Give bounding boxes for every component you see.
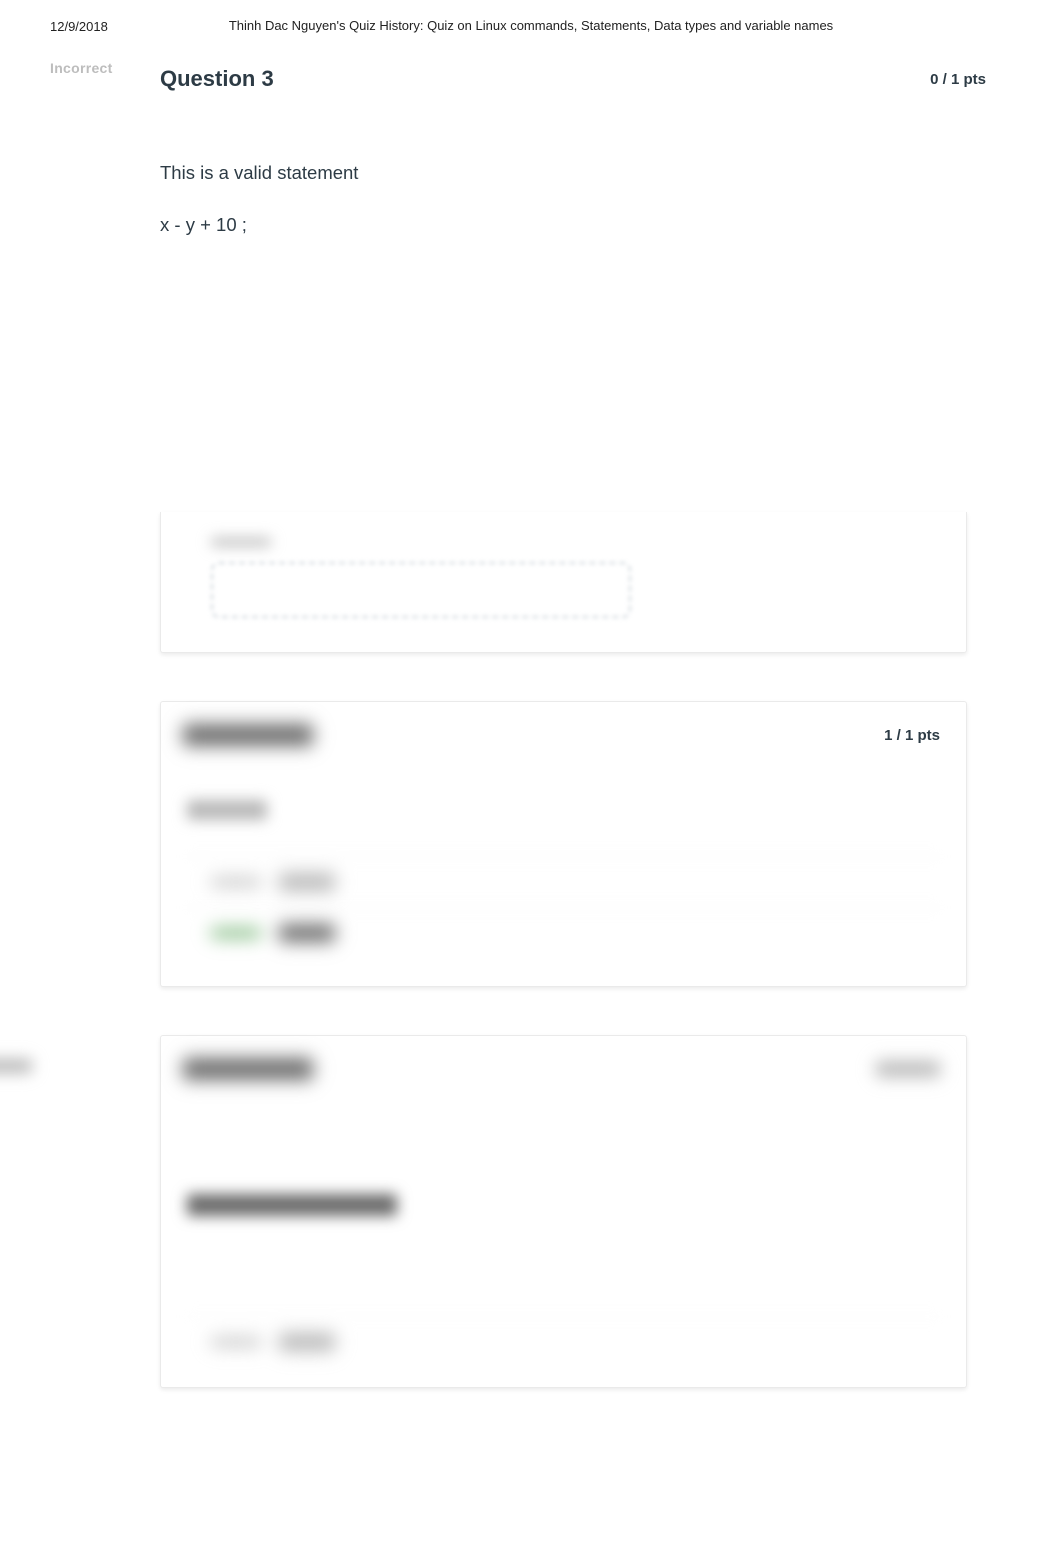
q3-points: 0 / 1 pts [930,71,986,88]
q3-status: Incorrect [50,60,113,76]
header-title: Thinh Dac Nguyen's Quiz History: Quiz on… [0,18,1062,33]
question-5 [160,1035,967,1388]
q4-choice-1[interactable] [187,856,940,907]
q5-choice-1[interactable] [187,1316,940,1367]
q5-prompt [187,1194,397,1216]
answer-dropzone[interactable] [211,562,631,618]
answer-fragment-card [160,512,967,653]
q5-points [876,1061,940,1077]
q4-title [183,724,313,746]
q3-line1: This is a valid statement [160,162,986,184]
q5-status [0,1059,32,1073]
question-4: 1 / 1 pts [160,701,967,987]
question-3: Incorrect Question 3 0 / 1 pts This is a… [50,60,1012,262]
q3-title: Question 3 [160,66,274,92]
q5-title [183,1058,313,1080]
q4-prompt [187,800,267,820]
q3-line2: x - y + 10 ; [160,214,986,236]
q4-choice-2[interactable] [187,907,940,958]
q4-points: 1 / 1 pts [884,727,940,744]
